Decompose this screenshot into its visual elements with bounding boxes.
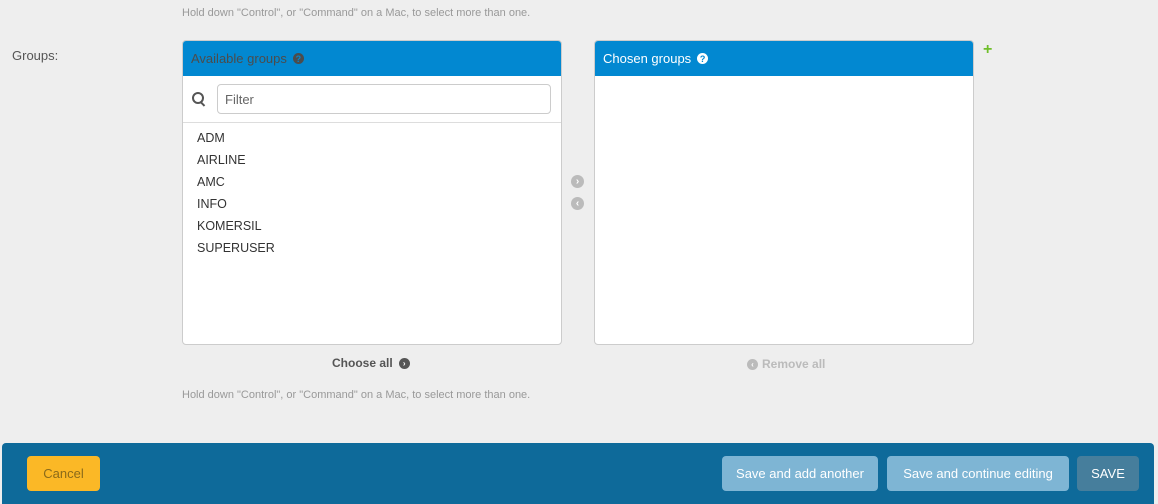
available-groups-header: Available groups ? xyxy=(183,41,561,76)
filter-input[interactable] xyxy=(217,84,551,114)
available-groups-list[interactable]: ADM AIRLINE AMC INFO KOMERSIL SUPERUSER xyxy=(183,123,561,259)
list-item[interactable]: INFO xyxy=(183,193,561,215)
groups-field-label: Groups: xyxy=(12,48,59,63)
arrow-right-circle-icon: › xyxy=(398,357,410,369)
filter-row xyxy=(183,76,561,123)
list-item[interactable]: AMC xyxy=(183,171,561,193)
choose-all-button[interactable]: Choose all › xyxy=(332,356,410,370)
question-circle-icon[interactable]: ? xyxy=(292,53,304,64)
plus-icon[interactable]: + xyxy=(983,42,992,58)
question-circle-icon[interactable]: ? xyxy=(697,53,709,64)
help-text-top: Hold down "Control", or "Command" on a M… xyxy=(182,7,531,19)
arrow-right-circle-icon[interactable]: › xyxy=(571,175,584,188)
cancel-button[interactable]: Cancel xyxy=(27,456,100,491)
chosen-groups-title: Chosen groups xyxy=(603,51,692,66)
save-and-continue-button[interactable]: Save and continue editing xyxy=(887,456,1069,491)
remove-all-label: Remove all xyxy=(762,357,826,371)
arrow-left-circle-icon[interactable]: ‹ xyxy=(571,197,584,210)
search-icon xyxy=(191,91,207,107)
list-item[interactable]: KOMERSIL xyxy=(183,215,561,237)
available-groups-title: Available groups xyxy=(191,51,287,66)
remove-all-button[interactable]: ‹ Remove all xyxy=(747,357,825,371)
help-text-bottom: Hold down "Control", or "Command" on a M… xyxy=(182,389,531,401)
available-groups-box: Available groups ? ADM AIRLINE AMC INFO … xyxy=(182,40,562,345)
arrow-left-circle-icon: ‹ xyxy=(747,358,758,370)
list-item[interactable]: ADM xyxy=(183,127,561,149)
chosen-groups-list[interactable] xyxy=(595,76,973,80)
submit-row: Cancel Save and add another Save and con… xyxy=(2,443,1154,504)
save-button[interactable]: SAVE xyxy=(1077,456,1139,491)
chosen-groups-header: Chosen groups ? xyxy=(595,41,973,76)
list-item[interactable]: AIRLINE xyxy=(183,149,561,171)
list-item[interactable]: SUPERUSER xyxy=(183,237,561,259)
save-and-add-another-button[interactable]: Save and add another xyxy=(722,456,878,491)
choose-all-label: Choose all xyxy=(332,356,393,370)
chosen-groups-box: Chosen groups ? xyxy=(594,40,974,345)
